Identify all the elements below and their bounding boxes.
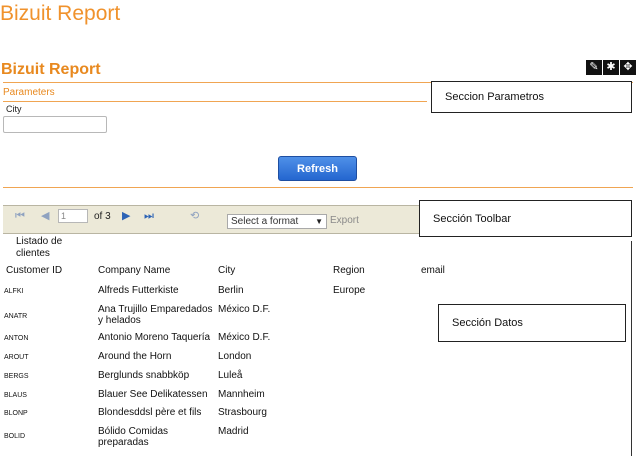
company-name: Around the Horn bbox=[98, 351, 172, 362]
params-divider bbox=[3, 187, 633, 188]
column-header: email bbox=[421, 265, 445, 276]
city: Berlin bbox=[218, 285, 244, 296]
export-link[interactable]: Export bbox=[330, 215, 359, 226]
chevron-down-icon: ▼ bbox=[315, 217, 323, 226]
company-name: Antonio Moreno Taquería bbox=[98, 332, 211, 343]
page-title: Bizuit Report bbox=[0, 2, 121, 25]
callout-toolbar: Sección Toolbar bbox=[419, 200, 632, 237]
refresh-button[interactable]: Refresh bbox=[278, 156, 357, 181]
page-count: of 3 bbox=[94, 211, 111, 222]
city: Madrid bbox=[218, 426, 249, 437]
column-header: City bbox=[218, 265, 236, 276]
callout-params: Seccion Parametros bbox=[431, 81, 632, 113]
column-header: Region bbox=[333, 265, 365, 276]
move-icon[interactable]: ✥ bbox=[620, 60, 636, 75]
page-number-input[interactable]: 1 bbox=[58, 209, 88, 223]
company-name: Bólido Comidas preparadas bbox=[98, 426, 169, 448]
last-page-icon[interactable]: ⏭ bbox=[144, 211, 154, 222]
company-name: Berglunds snabbköp bbox=[98, 370, 190, 381]
customer-id: BLAUS bbox=[4, 392, 27, 399]
city: London bbox=[218, 351, 252, 362]
parameters-header bbox=[3, 87, 427, 102]
callout-data: Sección Datos bbox=[438, 304, 626, 342]
customer-id: AROUT bbox=[4, 354, 29, 361]
company-name: Alfreds Futterkiste bbox=[98, 285, 179, 296]
report-title: Bizuit Report bbox=[1, 61, 101, 78]
company-name: Blauer See Delikatessen bbox=[98, 389, 208, 400]
report-tools: ✎ ✱ ✥ bbox=[586, 60, 636, 75]
company-name: Ana Trujillo Emparedados y helados bbox=[98, 304, 213, 326]
customer-id: BLONP bbox=[4, 410, 28, 417]
first-page-icon[interactable]: ⏮ bbox=[15, 211, 25, 222]
column-header: Customer ID bbox=[6, 265, 63, 276]
parameters-section-label: Parameters bbox=[3, 87, 55, 98]
data-border bbox=[631, 241, 632, 456]
customer-id: BERGS bbox=[4, 373, 29, 380]
list-title: Listado de clientes bbox=[16, 236, 63, 259]
format-select[interactable]: Select a format ▼ bbox=[227, 214, 327, 229]
format-select-value: Select a format bbox=[231, 216, 299, 227]
customer-id: ALFKI bbox=[4, 288, 24, 295]
gear-icon[interactable]: ✱ bbox=[603, 60, 619, 75]
company-name: Blondesddsl père et fils bbox=[98, 407, 202, 418]
city: México D.F. bbox=[218, 332, 271, 343]
customer-id: ANATR bbox=[4, 313, 28, 320]
prev-page-icon[interactable]: ◀ bbox=[41, 211, 49, 222]
column-header: Company Name bbox=[98, 265, 171, 276]
back-icon[interactable]: ⟲ bbox=[190, 211, 199, 222]
city-input[interactable] bbox=[3, 116, 107, 133]
city: México D.F. bbox=[218, 304, 271, 315]
city: Strasbourg bbox=[218, 407, 267, 418]
next-page-icon[interactable]: ▶ bbox=[122, 211, 130, 222]
customer-id: BOLID bbox=[4, 433, 26, 440]
city-label: City bbox=[6, 104, 22, 114]
pencil-icon[interactable]: ✎ bbox=[586, 60, 602, 75]
city: Mannheim bbox=[218, 389, 265, 400]
city: Luleå bbox=[218, 370, 243, 381]
region: Europe bbox=[333, 285, 366, 296]
customer-id: ANTON bbox=[4, 335, 29, 342]
